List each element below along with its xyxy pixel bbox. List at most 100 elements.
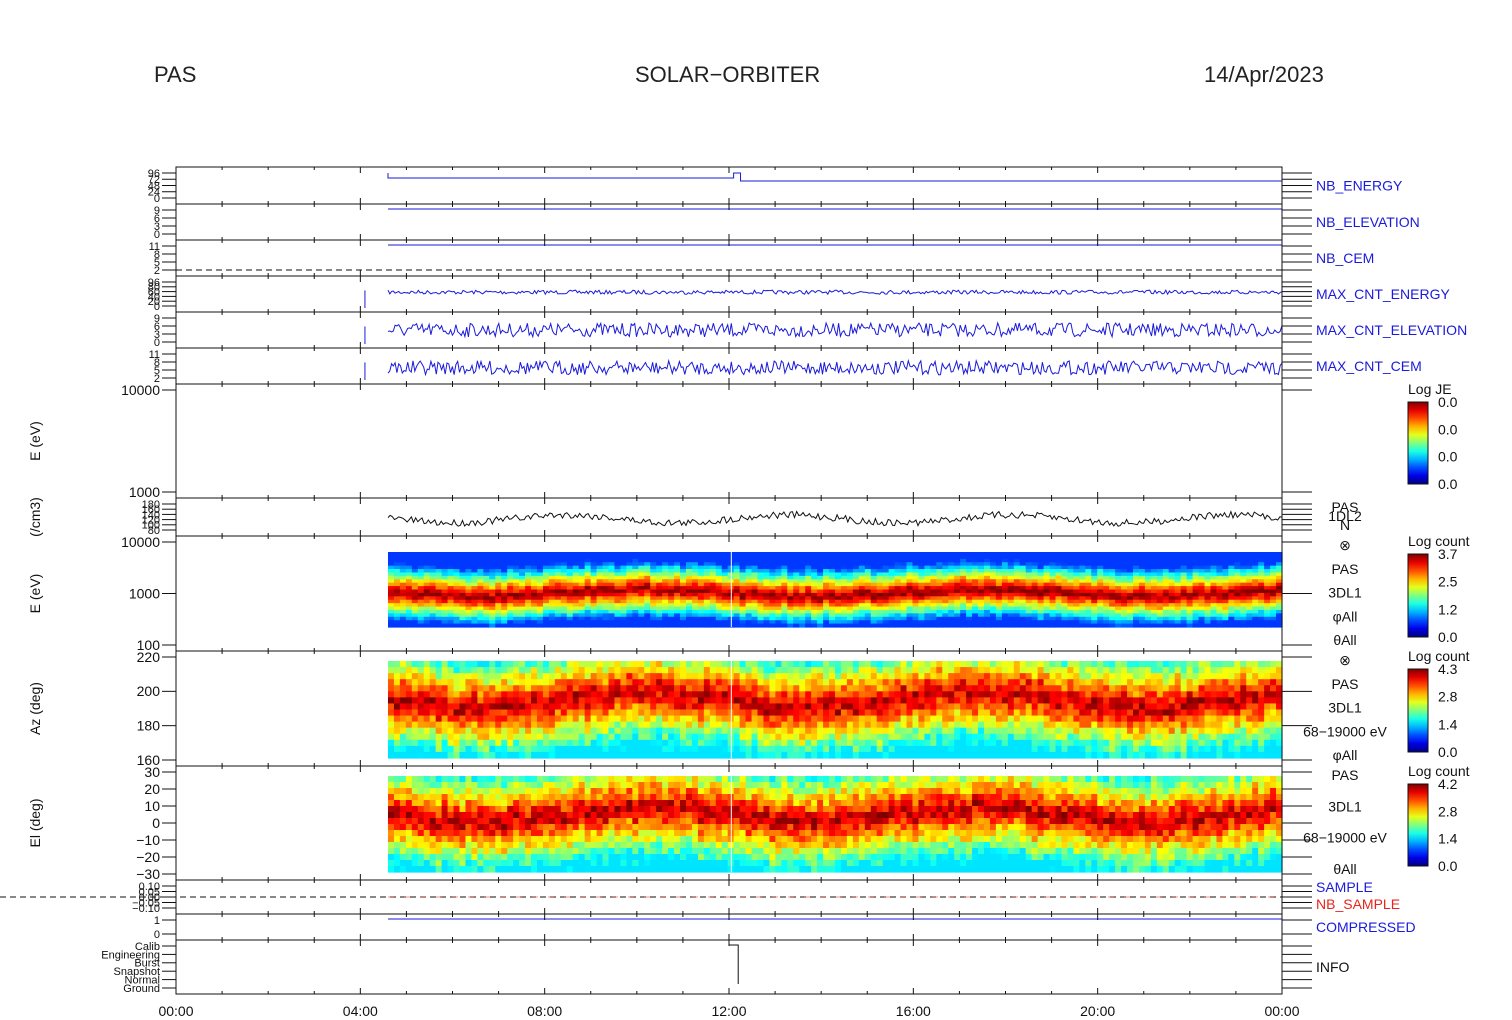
panel-annotation: N: [1340, 517, 1350, 533]
series-label: MAX_CNT_CEM: [1316, 358, 1422, 374]
panel-frame: [175, 939, 1283, 995]
max_cnt_cem-trace: [387, 358, 1283, 377]
colorbar: [1407, 553, 1429, 638]
panel-annotation: ⊗: [1339, 652, 1351, 668]
colorbar-tick-label: 4.3: [1438, 661, 1458, 677]
panel-info: [162, 939, 1312, 995]
y-axis-label: El (deg): [27, 798, 43, 847]
y-tick-label: −10: [136, 832, 160, 848]
y-tick-label: 0: [154, 337, 160, 349]
panel-annotation: 68−19000 eV: [1303, 830, 1387, 846]
panel-annotation: 3DL1: [1328, 585, 1362, 601]
y-axis-label: E (eV): [27, 421, 43, 461]
density-line: [387, 510, 1283, 527]
x-tick-label: 00:00: [158, 1003, 193, 1019]
colorbar-tick-label: 0.0: [1438, 629, 1458, 645]
y-tick-label: 2: [154, 265, 160, 277]
y-tick-label: Ground: [123, 983, 160, 995]
y-tick-label: 0: [154, 929, 160, 941]
y-tick-label: 0: [154, 301, 160, 313]
max_cnt_energy-trace: [387, 289, 1283, 296]
y-tick-label: 0: [154, 193, 160, 205]
panel-density: [162, 497, 1312, 537]
panel-nb_elevation: [162, 203, 1312, 241]
colorbar-tick-label: 2.5: [1438, 574, 1458, 590]
panel-annotation: φAll: [1333, 747, 1358, 763]
y-tick-label: 10: [144, 798, 160, 814]
y-tick-label: 180: [137, 718, 161, 734]
panel-annotation: ⊗: [1339, 537, 1351, 553]
panel-annotation: θAll: [1333, 861, 1356, 877]
panel-frame: [175, 383, 1283, 499]
panel-annotation: θAll: [1333, 632, 1356, 648]
colorbar: [1407, 668, 1429, 753]
colorbar-tick-label: 0.0: [1438, 394, 1458, 410]
panel-annotation: 3DL1: [1328, 798, 1362, 814]
panel-annotation: 68−19000 eV: [1303, 723, 1387, 739]
x-tick-label: 16:00: [896, 1003, 931, 1019]
panel-max_cnt_energy: [162, 275, 1312, 313]
y-tick-label: 30: [144, 764, 160, 780]
colorbar-tick-label: 0.0: [1438, 449, 1458, 465]
colorbar-tick-label: 2.8: [1438, 689, 1458, 705]
y-tick-label: 10000: [121, 382, 160, 398]
panel-energy_spectrogram: [162, 535, 1429, 652]
x-tick-label: 08:00: [527, 1003, 562, 1019]
series-label: NB_SAMPLE: [1316, 896, 1400, 912]
y-axis-label: E (eV): [27, 574, 43, 614]
y-tick-label: 200: [137, 683, 161, 699]
panel-annotation: PAS: [1332, 561, 1359, 577]
y-tick-label: 220: [137, 649, 161, 665]
panel-nb_cem: [162, 239, 1312, 277]
series-label: INFO: [1316, 959, 1350, 975]
colorbar-tick-label: 2.8: [1438, 803, 1458, 819]
colorbar: [1407, 401, 1429, 485]
colorbar-tick-label: 0.0: [1438, 476, 1458, 492]
y-tick-label: −30: [136, 866, 160, 882]
colorbar-tick-label: 1.2: [1438, 601, 1458, 617]
colorbar-tick-label: 3.7: [1438, 546, 1458, 562]
colorbar-tick-label: 0.0: [1438, 421, 1458, 437]
y-tick-label: 0: [152, 815, 160, 831]
panel-annotation: φAll: [1333, 608, 1358, 624]
series-label: NB_ELEVATION: [1316, 214, 1420, 230]
series-label: SAMPLE: [1316, 879, 1373, 895]
panel-annotation: 3DL1: [1328, 700, 1362, 716]
panel-elevation: [162, 765, 1429, 881]
y-tick-label: −20: [136, 849, 160, 865]
y-tick-label: 20: [144, 781, 160, 797]
panel-sample: [0, 879, 1312, 915]
panel-annotation: PAS: [1332, 676, 1359, 692]
panel-nb_spectrum: [162, 383, 1429, 499]
panel-compressed: [162, 913, 1312, 941]
nb_energy-trace: [387, 172, 1282, 182]
series-label: NB_CEM: [1316, 250, 1374, 266]
series-label: MAX_CNT_ENERGY: [1316, 286, 1450, 302]
colorbar-tick-label: 0.0: [1438, 744, 1458, 760]
y-tick-label: 1000: [129, 585, 160, 601]
stacked-chart: 967248240NB_ENERGY9630NB_ELEVATION11852N…: [0, 166, 1470, 1019]
x-tick-label: 20:00: [1080, 1003, 1115, 1019]
colorbar-tick-label: 1.4: [1438, 716, 1458, 732]
y-tick-label: −0.10: [132, 903, 160, 915]
y-tick-label: 10000: [121, 534, 160, 550]
y-axis-label: Az (deg): [27, 682, 43, 735]
panel-max_cnt_elevation: [162, 311, 1312, 349]
x-tick-label: 12:00: [711, 1003, 746, 1019]
series-label: NB_ENERGY: [1316, 178, 1403, 194]
colorbar-tick-label: 0.0: [1438, 858, 1458, 874]
y-tick-label: 0: [154, 229, 160, 241]
series-label: MAX_CNT_ELEVATION: [1316, 322, 1467, 338]
panel-azimuth: [162, 650, 1429, 767]
x-tick-label: 04:00: [343, 1003, 378, 1019]
series-label: COMPRESSED: [1316, 919, 1416, 935]
colorbar: [1407, 783, 1429, 867]
max_cnt_elevation-trace: [387, 321, 1283, 339]
panel-nb_energy: [162, 166, 1312, 205]
colorbar-tick-label: 4.2: [1438, 776, 1458, 792]
x-tick-label: 00:00: [1264, 1003, 1299, 1019]
panel-annotation: PAS: [1332, 767, 1359, 783]
y-tick-label: 1000: [129, 484, 160, 500]
y-axis-label: (/cm3): [27, 497, 43, 537]
panel-max_cnt_cem: [162, 347, 1312, 385]
